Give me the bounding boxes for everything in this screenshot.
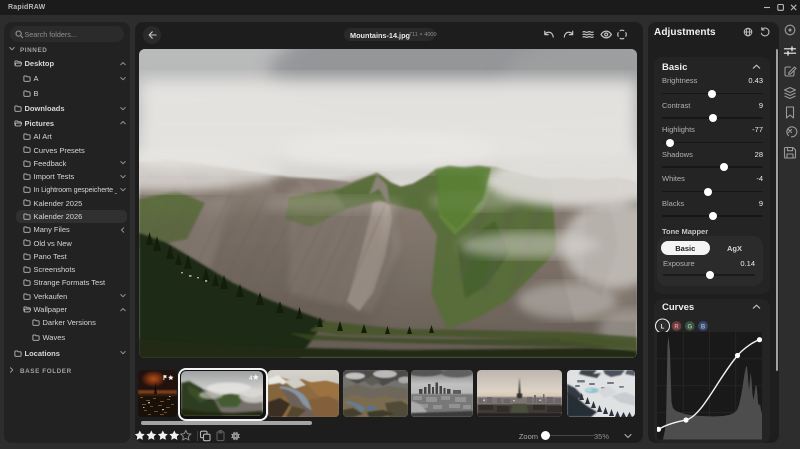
svg-text:B: B [701,324,706,330]
svg-text:L: L [661,324,665,330]
svg-text:R: R [674,324,679,330]
svg-text:G: G [687,324,692,330]
